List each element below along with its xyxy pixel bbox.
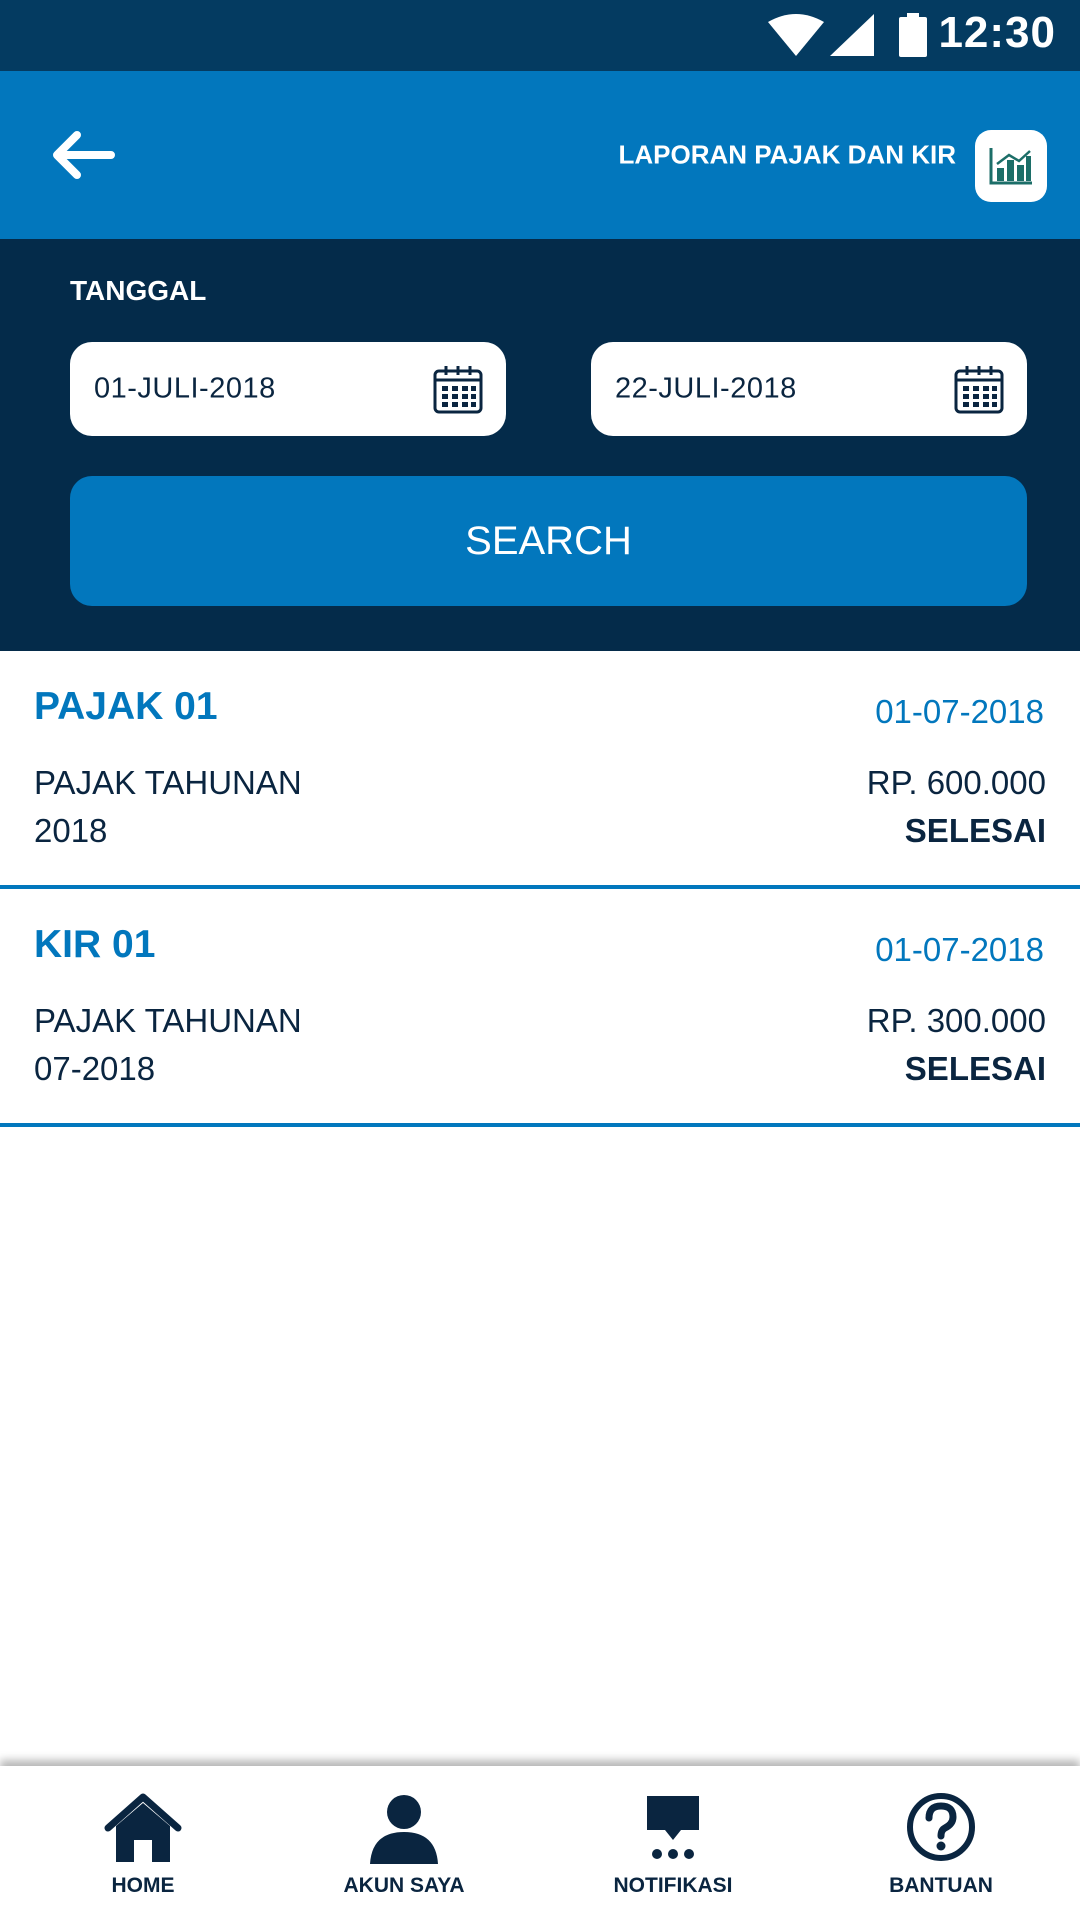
wifi-icon	[768, 14, 824, 56]
date-filter-panel: TANGGAL 01-JULI-2018 22-JULI-2018 SEARCH	[0, 239, 1080, 651]
nav-label-help: BANTUAN	[889, 1874, 993, 1897]
nav-label-notifications: NOTIFIKASI	[613, 1874, 733, 1897]
date-filter-label: TANGGAL	[70, 275, 207, 306]
record-description-line1: PAJAK TAHUNAN	[34, 764, 302, 801]
clock-time: 12:30	[938, 8, 1056, 57]
record-status: SELESAI	[904, 1050, 1046, 1087]
person-icon	[370, 1795, 438, 1864]
status-bar: 12:30	[0, 0, 1080, 71]
nav-item-notifications[interactable]: NOTIFIKASI	[538, 1766, 808, 1920]
search-button[interactable]: SEARCH	[70, 476, 1027, 606]
bar-chart-icon	[989, 148, 1032, 185]
record-date: 01-07-2018	[875, 693, 1044, 730]
record-description: PAJAK TAHUNAN 2018	[34, 759, 594, 855]
nav-item-account[interactable]: AKUN SAYA	[269, 1766, 539, 1920]
record-title: PAJAK 01	[34, 685, 218, 728]
record-description-line1: PAJAK TAHUNAN	[34, 1002, 302, 1039]
arrow-left-icon	[53, 131, 115, 179]
start-date-value: 01-JULI-2018	[94, 372, 276, 405]
signal-icon	[830, 14, 874, 56]
record-description-line2: 2018	[34, 812, 108, 849]
calendar-icon[interactable]	[432, 363, 484, 415]
bottom-navigation: HOME AKUN SAYA NOTIFIKASI BANTUAN	[0, 1766, 1080, 1920]
back-button[interactable]	[44, 125, 120, 185]
app-header: LAPORAN PAJAK DAN KIR	[0, 71, 1080, 239]
record-list: PAJAK 01 01-07-2018 PAJAK TAHUNAN 2018 R…	[0, 651, 1080, 1127]
page-title: LAPORAN PAJAK DAN KIR	[618, 139, 956, 170]
end-date-field[interactable]: 22-JULI-2018	[591, 342, 1027, 436]
end-date-value: 22-JULI-2018	[615, 372, 797, 405]
record-description-line2: 07-2018	[34, 1050, 156, 1087]
nav-label-account: AKUN SAYA	[343, 1874, 465, 1897]
record-description: PAJAK TAHUNAN 07-2018	[34, 997, 594, 1093]
record-title: KIR 01	[34, 923, 156, 966]
nav-item-help[interactable]: BANTUAN	[806, 1766, 1076, 1920]
list-item[interactable]: KIR 01 01-07-2018 PAJAK TAHUNAN 07-2018 …	[0, 889, 1080, 1127]
battery-icon	[899, 13, 927, 57]
record-date: 01-07-2018	[875, 931, 1044, 968]
record-amount: RP. 300.000	[866, 1002, 1046, 1039]
home-icon	[104, 1793, 182, 1862]
list-item[interactable]: PAJAK 01 01-07-2018 PAJAK TAHUNAN 2018 R…	[0, 651, 1080, 889]
calendar-icon[interactable]	[953, 363, 1005, 415]
nav-label-home: HOME	[111, 1874, 175, 1897]
question-circle-icon	[907, 1793, 975, 1861]
chat-notification-icon	[647, 1796, 699, 1859]
record-amount: RP. 600.000	[866, 764, 1046, 801]
report-icon-button[interactable]	[975, 130, 1047, 202]
nav-item-home[interactable]: HOME	[8, 1766, 278, 1920]
record-status: SELESAI	[904, 812, 1046, 849]
start-date-field[interactable]: 01-JULI-2018	[70, 342, 506, 436]
